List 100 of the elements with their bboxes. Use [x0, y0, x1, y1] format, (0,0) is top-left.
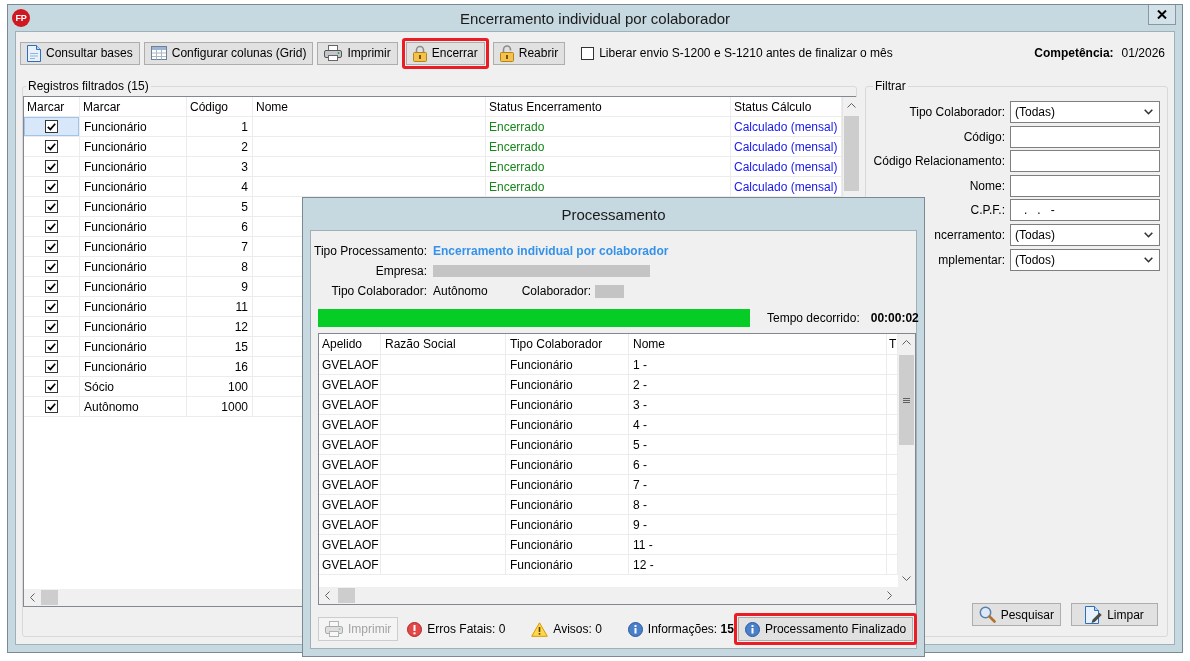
table-cell: 15: [187, 337, 253, 357]
dropdown[interactable]: (Todos): [1010, 248, 1160, 271]
checkmark-icon: [47, 162, 56, 171]
table-cell: 5 -: [629, 435, 887, 455]
status-button[interactable]: Processamento Finalizado: [737, 617, 914, 641]
table-cell: GVELAOF: [319, 475, 381, 495]
field-label: Competência:: [1034, 46, 1114, 60]
table-cell: 100: [187, 377, 253, 397]
table-cell: Funcionário: [80, 217, 187, 237]
table-cell: 3 -: [629, 395, 887, 415]
checkbox[interactable]: [45, 140, 58, 153]
scrollbar-thumb[interactable]: [899, 355, 914, 445]
checkbox[interactable]: [45, 120, 58, 133]
table-cell: 12: [187, 317, 253, 337]
toolbar-button[interactable]: Consultar bases: [20, 41, 140, 65]
table-cell: GVELAOF: [319, 555, 381, 575]
clear-button[interactable]: Limpar: [1071, 603, 1158, 626]
table-cell: GVELAOF: [319, 395, 381, 415]
table-cell: Sócio: [80, 377, 187, 397]
toolbar-button[interactable]: Reabrir: [492, 41, 566, 65]
checkbox[interactable]: [45, 260, 58, 273]
table-cell: GVELAOF: [319, 515, 381, 535]
scrollbar-thumb[interactable]: [41, 590, 58, 605]
text-field[interactable]: [1010, 125, 1160, 148]
checkmark-icon: [47, 362, 56, 371]
chevron-down-icon: [1144, 109, 1153, 115]
text-field[interactable]: [1010, 174, 1160, 197]
checkbox[interactable]: [45, 300, 58, 313]
table-cell: 16: [187, 357, 253, 377]
table-cell: Encerrado: [486, 117, 731, 137]
checkbox[interactable]: [45, 240, 58, 253]
text-field[interactable]: . . -: [1010, 199, 1160, 222]
toolbar-button[interactable]: Configurar colunas (Grid): [143, 41, 314, 65]
checkbox[interactable]: [45, 280, 58, 293]
checkbox[interactable]: [45, 320, 58, 333]
table-cell: Funcionário: [80, 257, 187, 277]
group-title: Registros filtrados (15): [27, 79, 150, 93]
dropdown[interactable]: (Todas): [1010, 101, 1160, 123]
info-icon: [627, 621, 643, 637]
chevron-left-icon[interactable]: [325, 591, 330, 600]
table-cell: Funcionário: [80, 197, 187, 217]
column-header[interactable]: Status Encerramento: [486, 97, 731, 117]
checkbox[interactable]: [45, 360, 58, 373]
table-cell: 6 -: [629, 455, 887, 475]
counter-text: Erros Fatais: 0: [427, 622, 506, 636]
checkmark-icon: [47, 182, 56, 191]
table-cell: GVELAOF: [319, 455, 381, 475]
field-label: Tipo Colaborador:: [331, 284, 427, 298]
table-cell: 3: [187, 157, 253, 177]
table-cell: 2 -: [629, 375, 887, 395]
column-header[interactable]: Apelido: [319, 334, 381, 355]
table-cell: 8 -: [629, 495, 887, 515]
field-label: Código Relacionamento:: [873, 154, 1005, 169]
chevron-down-icon[interactable]: [902, 576, 911, 581]
chevron-right-icon[interactable]: [887, 591, 892, 600]
toolbar-button[interactable]: Encerrar: [405, 41, 485, 65]
table-cell: Funcionário: [506, 475, 629, 495]
column-header[interactable]: Tipo Colaborador: [506, 334, 629, 355]
scrollbar-thumb[interactable]: [843, 116, 859, 191]
table-cell: GVELAOF: [319, 495, 381, 515]
field-label: mplementar:: [938, 252, 1005, 267]
close-button[interactable]: [1148, 5, 1176, 25]
checkbox[interactable]: [45, 200, 58, 213]
error-icon: [407, 621, 423, 637]
checkbox[interactable]: [45, 180, 58, 193]
table-cell: Funcionário: [80, 137, 187, 157]
table-cell: Funcionário: [80, 117, 187, 137]
search-button[interactable]: Pesquisar: [971, 603, 1061, 626]
checkbox[interactable]: [45, 400, 58, 413]
table-cell: GVELAOF: [319, 535, 381, 555]
checkbox[interactable]: [45, 380, 58, 393]
table-cell: GVELAOF: [319, 355, 381, 375]
checkbox[interactable]: [45, 160, 58, 173]
table-cell: Funcionário: [506, 515, 629, 535]
column-header[interactable]: Marcar: [80, 97, 187, 117]
column-header[interactable]: Nome: [629, 334, 887, 355]
column-header[interactable]: Código: [187, 97, 253, 117]
column-header[interactable]: Nome: [253, 97, 486, 117]
checkmark-icon: [47, 282, 56, 291]
toolbar-button[interactable]: Imprimir: [317, 41, 398, 65]
chevron-up-icon[interactable]: [902, 340, 911, 345]
table-cell: 9: [187, 277, 253, 297]
dropdown[interactable]: (Todas): [1010, 223, 1160, 246]
table-cell: 8: [187, 257, 253, 277]
close-icon: [1157, 10, 1167, 19]
checkmark-icon: [47, 242, 56, 251]
checkbox[interactable]: [45, 340, 58, 353]
table-cell: Funcionário: [506, 415, 629, 435]
chevron-up-icon[interactable]: [846, 103, 856, 108]
table-cell: Funcionário: [506, 435, 629, 455]
text-field[interactable]: [1010, 150, 1160, 173]
table-cell: Funcionário: [506, 375, 629, 395]
column-header[interactable]: Razão Social: [381, 334, 506, 355]
table-cell: Funcionário: [80, 337, 187, 357]
checkmark-icon: [47, 402, 56, 411]
chevron-left-icon[interactable]: [30, 593, 35, 602]
checkbox[interactable]: [45, 220, 58, 233]
checkbox[interactable]: [581, 46, 595, 60]
warning-icon: [531, 621, 549, 637]
scrollbar-thumb[interactable]: [338, 588, 355, 603]
